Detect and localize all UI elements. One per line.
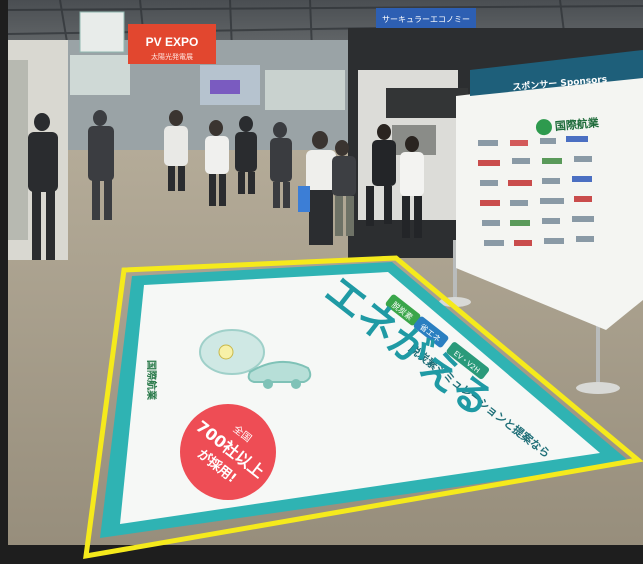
pv-expo-title: PV EXPO bbox=[146, 35, 199, 49]
pv-expo-sign: PV EXPO 太陽光発電展 bbox=[128, 24, 216, 64]
expo-hall-photo: PV EXPO 太陽光発電展 サーキュラーエコノミー スポンサー Sponsor… bbox=[0, 0, 643, 564]
svg-text:サーキュラーエコノミー: サーキュラーエコノミー bbox=[382, 15, 470, 24]
hall-banner: サーキュラーエコノミー bbox=[376, 8, 476, 28]
pv-expo-subtitle: 太陽光発電展 bbox=[151, 52, 193, 61]
booth-sign bbox=[79, 11, 125, 53]
lightbulb-icon bbox=[199, 329, 265, 375]
mat-side-logo: 国際航業 bbox=[145, 360, 158, 401]
